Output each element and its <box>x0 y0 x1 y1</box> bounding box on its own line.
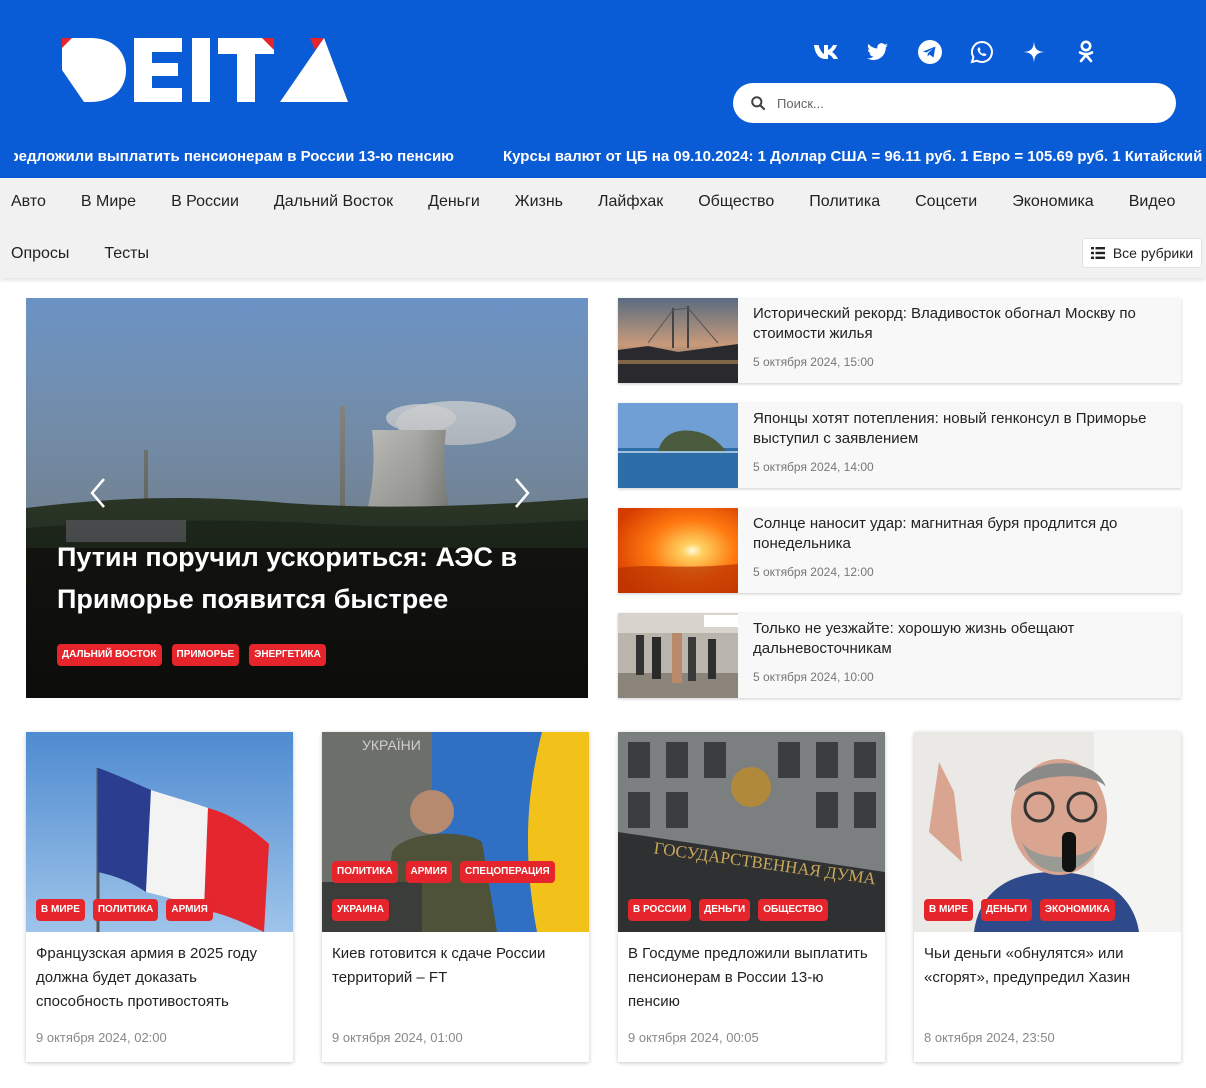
news-title[interactable]: Солнце наносит удар: магнитная буря прод… <box>753 514 1178 554</box>
tag[interactable]: В мире <box>36 899 85 921</box>
nav-item-money[interactable]: Деньги <box>428 193 480 211</box>
news-thumbnail <box>618 508 738 593</box>
twitter-icon[interactable] <box>852 36 904 68</box>
tag[interactable]: Экономика <box>1039 899 1115 921</box>
deita-logo[interactable] <box>62 30 352 104</box>
vk-icon[interactable] <box>800 36 852 68</box>
tag[interactable]: Деньги <box>980 899 1032 921</box>
side-news-item[interactable]: Исторический рекорд: Владивосток обогнал… <box>618 298 1181 383</box>
news-thumbnail <box>618 298 738 383</box>
news-card[interactable]: В мире Политика Армия Французская армия … <box>26 732 293 1062</box>
search-icon <box>751 96 765 110</box>
search-input[interactable] <box>777 95 1157 111</box>
nav-item-economy[interactable]: Экономика <box>1012 193 1094 211</box>
zen-icon[interactable] <box>1008 36 1060 68</box>
nav-item-life[interactable]: Жизнь <box>515 193 563 211</box>
card-title[interactable]: Чьи деньги «обнулятся» или «сгорят», пре… <box>924 942 1174 990</box>
tag[interactable]: Общество <box>758 899 828 921</box>
category-nav: Авто В Мире В России Дальний Восток День… <box>0 178 1206 278</box>
social-links <box>800 36 1112 68</box>
nav-item-society[interactable]: Общество <box>698 193 774 211</box>
telegram-icon[interactable] <box>904 36 956 68</box>
hero-title[interactable]: Путин поручил ускориться: АЭС в Приморье… <box>57 536 557 620</box>
tag[interactable]: Украина <box>332 899 389 921</box>
hero-slide[interactable]: Путин поручил ускориться: АЭС в Приморье… <box>26 298 588 698</box>
nav-item-video[interactable]: Видео <box>1129 193 1176 211</box>
news-thumbnail <box>618 613 738 698</box>
news-ticker: В Госдуме предложили выплатить пенсионер… <box>0 146 1206 168</box>
tag[interactable]: Приморье <box>171 644 240 666</box>
tag[interactable]: Армия <box>166 899 213 921</box>
nav-item-russia[interactable]: В России <box>171 193 239 211</box>
tag[interactable]: Политика <box>92 899 159 921</box>
card-date: 9 октября 2024, 01:00 <box>332 1030 463 1045</box>
nav-item-tests[interactable]: Тесты <box>104 245 149 263</box>
card-date: 9 октября 2024, 02:00 <box>36 1030 167 1045</box>
list-icon <box>1090 247 1105 259</box>
nav-item-lifehack[interactable]: Лайфхак <box>598 193 663 211</box>
nav-item-politics[interactable]: Политика <box>809 193 880 211</box>
news-card[interactable]: ГОСУДАРСТВЕННАЯ ДУМА В России Деньги Общ… <box>618 732 885 1062</box>
ticker-item[interactable]: В Госдуме предложили выплатить пенсионер… <box>14 148 454 165</box>
whatsapp-icon[interactable] <box>956 36 1008 68</box>
slider-next-icon[interactable] <box>510 473 534 513</box>
card-title[interactable]: В Госдуме предложили выплатить пенсионер… <box>628 942 878 1014</box>
nav-item-auto[interactable]: Авто <box>11 193 46 211</box>
news-date: 5 октября 2024, 12:00 <box>753 565 874 579</box>
tag[interactable]: Спецоперация <box>460 861 555 883</box>
hero-tags: Дальний Восток Приморье Энергетика <box>57 644 326 666</box>
side-news-item[interactable]: Японцы хотят потепления: новый генконсул… <box>618 403 1181 488</box>
side-news-item[interactable]: Солнце наносит удар: магнитная буря прод… <box>618 508 1181 593</box>
news-date: 5 октября 2024, 10:00 <box>753 670 874 684</box>
tag[interactable]: Армия <box>405 861 453 883</box>
tag[interactable]: В России <box>628 899 692 921</box>
news-title[interactable]: Исторический рекорд: Владивосток обогнал… <box>753 304 1178 344</box>
all-rubrics-label: Все рубрики <box>1112 245 1194 261</box>
card-title[interactable]: Французская армия в 2025 году должна буд… <box>36 942 286 1014</box>
news-card[interactable]: В мире Деньги Экономика Чьи деньги «обну… <box>914 732 1181 1062</box>
news-date: 5 октября 2024, 15:00 <box>753 355 874 369</box>
news-thumbnail <box>618 403 738 488</box>
ticker-item[interactable]: Курсы валют от ЦБ на 09.10.2024: 1 Долла… <box>503 148 1206 165</box>
card-date: 9 октября 2024, 00:05 <box>628 1030 759 1045</box>
nav-item-world[interactable]: В Мире <box>81 193 136 211</box>
tag[interactable]: Политика <box>332 861 398 883</box>
tag[interactable]: В мире <box>924 899 973 921</box>
all-rubrics-button[interactable]: Все рубрики <box>1082 238 1202 268</box>
news-date: 5 октября 2024, 14:00 <box>753 460 874 474</box>
tag[interactable]: Деньги <box>699 899 751 921</box>
hero-image <box>26 298 588 698</box>
site-header: В Госдуме предложили выплатить пенсионер… <box>0 0 1206 178</box>
card-date: 8 октября 2024, 23:50 <box>924 1030 1055 1045</box>
card-title[interactable]: Киев готовится к сдаче России территорий… <box>332 942 582 990</box>
news-title[interactable]: Японцы хотят потепления: новый генконсул… <box>753 409 1178 449</box>
side-news-item[interactable]: Только не уезжайте: хорошую жизнь обещаю… <box>618 613 1181 698</box>
nav-item-polls[interactable]: Опросы <box>11 245 69 263</box>
search-bar[interactable] <box>733 83 1176 123</box>
tag[interactable]: Дальний Восток <box>57 644 162 666</box>
nav-item-far-east[interactable]: Дальний Восток <box>274 193 393 211</box>
ukraine-sign: УКРАЇНИ <box>362 737 421 753</box>
slider-prev-icon[interactable] <box>86 473 110 513</box>
odnoklassniki-icon[interactable] <box>1060 36 1112 68</box>
news-card[interactable]: УКРАЇНИ Политика Армия Спецоперация Укра… <box>322 732 589 1062</box>
nav-item-social[interactable]: Соцсети <box>915 193 977 211</box>
tag[interactable]: Энергетика <box>249 644 326 666</box>
news-title[interactable]: Только не уезжайте: хорошую жизнь обещаю… <box>753 619 1178 659</box>
